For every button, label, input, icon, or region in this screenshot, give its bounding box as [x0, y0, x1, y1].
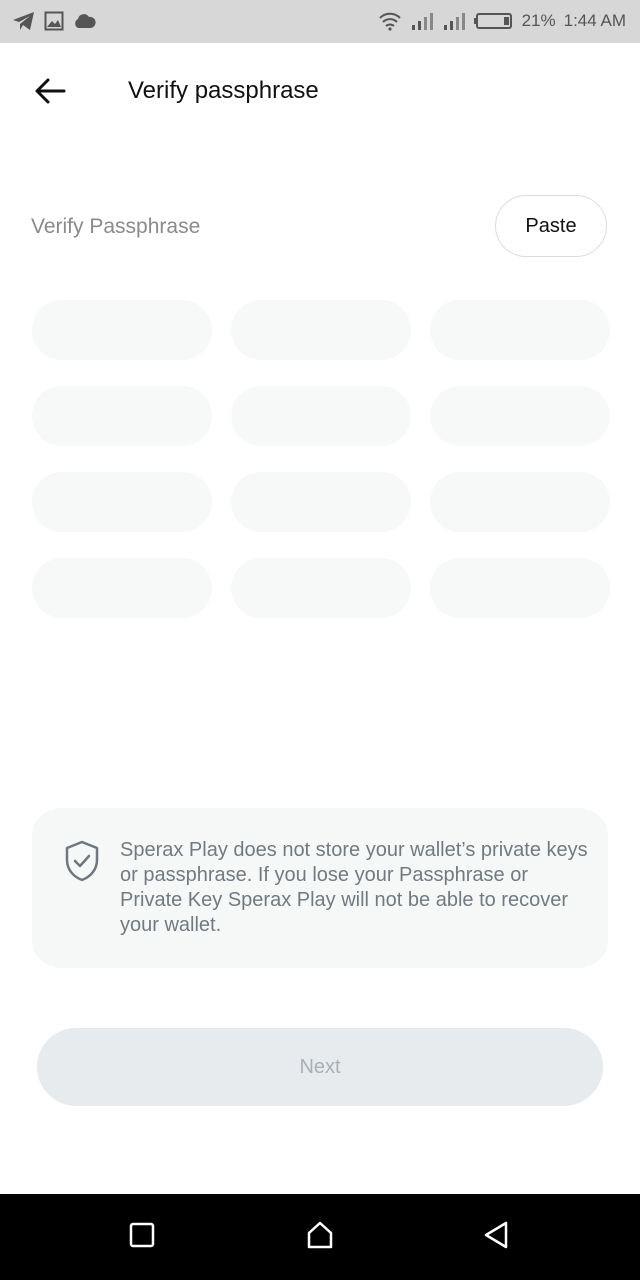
arrow-left-icon — [34, 77, 66, 110]
verify-section-row: Verify Passphrase Paste — [0, 195, 640, 259]
signal-icon — [442, 11, 466, 31]
paste-button[interactable]: Paste — [495, 195, 607, 257]
back-triangle-icon — [482, 1220, 510, 1255]
clock: 1:44 AM — [563, 11, 626, 30]
verify-passphrase-label: Verify Passphrase — [31, 215, 201, 238]
word-slot[interactable] — [231, 472, 411, 532]
system-nav-bar — [0, 1194, 640, 1280]
word-slot[interactable] — [231, 558, 411, 618]
back-nav-button[interactable] — [476, 1220, 516, 1254]
app-header: Verify passphrase — [0, 43, 640, 143]
word-slot[interactable] — [430, 300, 610, 360]
image-icon — [44, 11, 64, 31]
status-bar-left — [12, 10, 96, 32]
word-slot[interactable] — [32, 386, 212, 446]
status-bar-right: 21% 1:44 AM — [378, 10, 626, 32]
home-icon — [306, 1221, 334, 1254]
status-bar: 21% 1:44 AM — [0, 0, 640, 43]
security-notice-text: Sperax Play does not store your wallet’s… — [120, 839, 588, 936]
cloud-icon — [72, 13, 96, 29]
battery-percent: 21% — [521, 11, 556, 30]
telegram-icon — [12, 10, 36, 32]
home-button[interactable] — [300, 1220, 340, 1254]
word-slot[interactable] — [32, 558, 212, 618]
next-button[interactable]: Next — [37, 1028, 603, 1106]
battery-icon — [473, 11, 514, 31]
word-slot[interactable] — [32, 472, 212, 532]
recent-apps-button[interactable] — [122, 1220, 162, 1254]
word-slot[interactable] — [231, 386, 411, 446]
back-button[interactable] — [28, 73, 72, 113]
shield-check-icon — [64, 840, 100, 887]
security-notice: Sperax Play does not store your wallet’s… — [32, 808, 608, 968]
passphrase-word-grid — [32, 300, 610, 618]
word-slot[interactable] — [430, 558, 610, 618]
signal-icon — [410, 11, 434, 31]
word-slot[interactable] — [231, 300, 411, 360]
square-icon — [129, 1222, 155, 1253]
word-slot[interactable] — [430, 386, 610, 446]
wifi-icon — [378, 11, 402, 31]
word-slot[interactable] — [32, 300, 212, 360]
word-slot[interactable] — [430, 472, 610, 532]
page-title: Verify passphrase — [128, 77, 319, 104]
